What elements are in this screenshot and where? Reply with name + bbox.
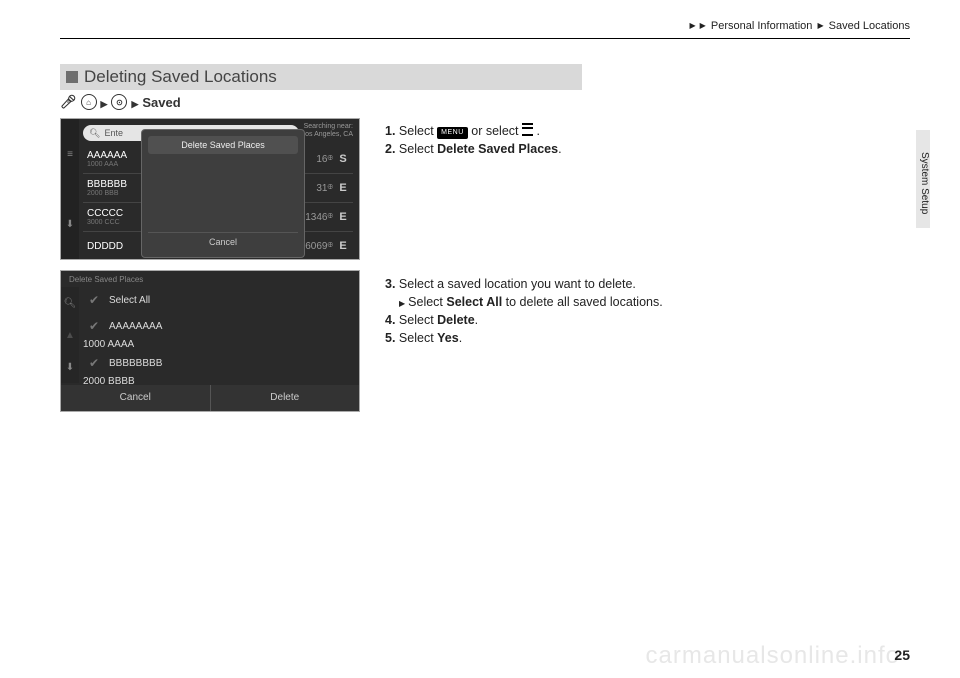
hamburger-icon — [522, 123, 533, 136]
popup-cancel: Cancel — [148, 232, 298, 251]
watermark: carmanualsonline.info — [646, 642, 900, 670]
mic-icon: 🎤︎ — [60, 94, 77, 110]
square-icon — [66, 71, 78, 83]
side-tab: System Setup — [916, 130, 930, 228]
instructions-block-2: 3. Select a saved location you want to d… — [385, 275, 910, 410]
search-icon: 🔍︎ — [89, 128, 100, 139]
near-city: Los Angeles, CA — [301, 131, 353, 139]
nav-trail-saved: Saved — [142, 95, 180, 110]
chevron-right-icon — [101, 95, 108, 110]
check-icon: ✔ — [87, 356, 101, 370]
down-arrow-icon: ⬇ — [66, 362, 74, 373]
near-label: Searching near: — [301, 123, 353, 131]
section-title-text: Deleting Saved Locations — [84, 67, 277, 87]
list-item: ✔ BBBBBBBB — [83, 350, 353, 376]
page-number: 25 — [894, 647, 910, 663]
list-item: ✔ AAAAAAAA — [83, 313, 353, 339]
popup-menu: Delete Saved Places Cancel — [141, 129, 305, 258]
instructions-block-1: 1. Select MENU or select . 2. Select Del… — [385, 122, 910, 257]
check-icon: ✔ — [87, 319, 101, 333]
screenshot-saved-places-menu: ≡ ⬇ 🔍︎ Ente Searching near: Los Angeles,… — [60, 118, 360, 260]
section-title: Deleting Saved Locations — [60, 64, 582, 90]
delete-button: Delete — [211, 385, 360, 411]
breadcrumb-p1: Personal Information — [711, 20, 813, 32]
home-icon: ⌂ — [81, 94, 97, 110]
up-arrow-icon: ▲ — [65, 330, 75, 341]
breadcrumb-p2: Saved Locations — [829, 20, 910, 32]
chevron-right-icon — [131, 95, 138, 110]
menu-icon: ≡ — [67, 149, 73, 160]
search-placeholder: Ente — [104, 128, 123, 138]
select-all-row: ✔ Select All — [83, 287, 353, 313]
check-icon: ✔ — [87, 293, 101, 307]
screen-title: Delete Saved Places — [61, 271, 359, 288]
screenshot-delete-saved-places: Delete Saved Places 🔍︎ ▲ ⬇ ✔ Select All … — [60, 270, 360, 412]
nav-trail: 🎤︎ ⌂ ⊙ Saved — [60, 94, 910, 110]
popup-delete-saved-places: Delete Saved Places — [148, 136, 298, 154]
breadcrumb: Personal Information Saved Locations — [60, 20, 910, 39]
menu-button-icon: MENU — [437, 127, 468, 139]
search-icon: 🔍︎ — [64, 298, 77, 309]
down-arrow-icon: ⬇ — [66, 219, 74, 230]
cancel-button: Cancel — [61, 385, 211, 411]
nav-icon: ⊙ — [111, 94, 127, 110]
